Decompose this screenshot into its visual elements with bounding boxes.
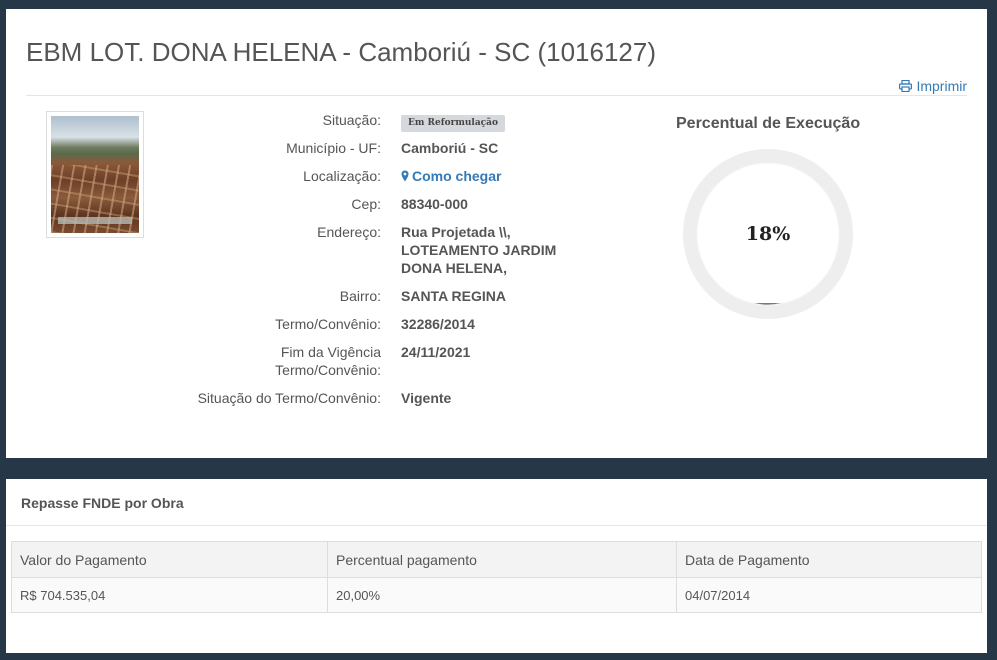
directions-link[interactable]: Como chegar [401, 167, 501, 185]
column-header[interactable]: Valor do Pagamento [11, 541, 328, 578]
execution-percent: 18% [745, 223, 791, 245]
detail-label: Termo/Convênio: [275, 316, 381, 332]
obra-detail-card: EBM LOT. DONA HELENA - Camboriú - SC (10… [6, 9, 987, 458]
detail-label: Situação do Termo/Convênio: [197, 390, 381, 406]
column-header[interactable]: Percentual pagamento [327, 541, 677, 578]
table-cell: 20,00% [327, 577, 677, 613]
detail-label: Município - UF: [286, 140, 381, 156]
status-badge: Em Reformulação [401, 115, 505, 132]
detail-label: Cep: [351, 196, 381, 212]
detail-label: Endereço: [317, 224, 381, 240]
detail-value: Rua Projetada \\, LOTEAMENTO JARDIM DONA… [401, 224, 557, 276]
detail-label: Bairro: [339, 288, 381, 304]
obra-photo-image [51, 116, 139, 233]
detail-label: Situação: [322, 112, 381, 128]
detail-value: SANTA REGINA [401, 288, 506, 304]
repasse-divider [6, 525, 987, 526]
repasse-title: Repasse FNDE por Obra [21, 495, 184, 511]
detail-value: 88340-000 [401, 196, 468, 212]
table-cell: 04/07/2014 [676, 577, 982, 613]
execution-title: Percentual de Execução [676, 115, 861, 132]
execution-gauge: 18% [683, 149, 853, 319]
detail-label: Localização: [303, 168, 381, 184]
title-divider [26, 95, 967, 96]
print-label[interactable]: Imprimir [916, 78, 967, 94]
repasse-card: Repasse FNDE por Obra Valor do Pagamento… [6, 479, 987, 653]
detail-value: 24/11/2021 [401, 344, 471, 360]
table-cell: R$ 704.535,04 [11, 577, 328, 613]
directions-label[interactable]: Como chegar [412, 167, 501, 185]
printer-icon [899, 80, 913, 92]
map-marker-icon [401, 170, 409, 182]
obra-photo[interactable] [46, 111, 144, 238]
detail-label: Fim da Vigência Termo/Convênio: [275, 344, 381, 378]
print-link[interactable]: Imprimir [899, 78, 967, 94]
page-title: EBM LOT. DONA HELENA - Camboriú - SC (10… [26, 37, 657, 67]
detail-value: 32286/2014 [401, 316, 475, 332]
table-header-row: Valor do Pagamento Percentual pagamento … [11, 541, 982, 578]
repasse-table: Valor do Pagamento Percentual pagamento … [11, 541, 982, 613]
detail-value: Vigente [401, 390, 452, 406]
table-row: R$ 704.535,04 20,00% 04/07/2014 [11, 577, 982, 613]
column-header[interactable]: Data de Pagamento [676, 541, 982, 578]
detail-value: Camboriú - SC [401, 140, 499, 156]
